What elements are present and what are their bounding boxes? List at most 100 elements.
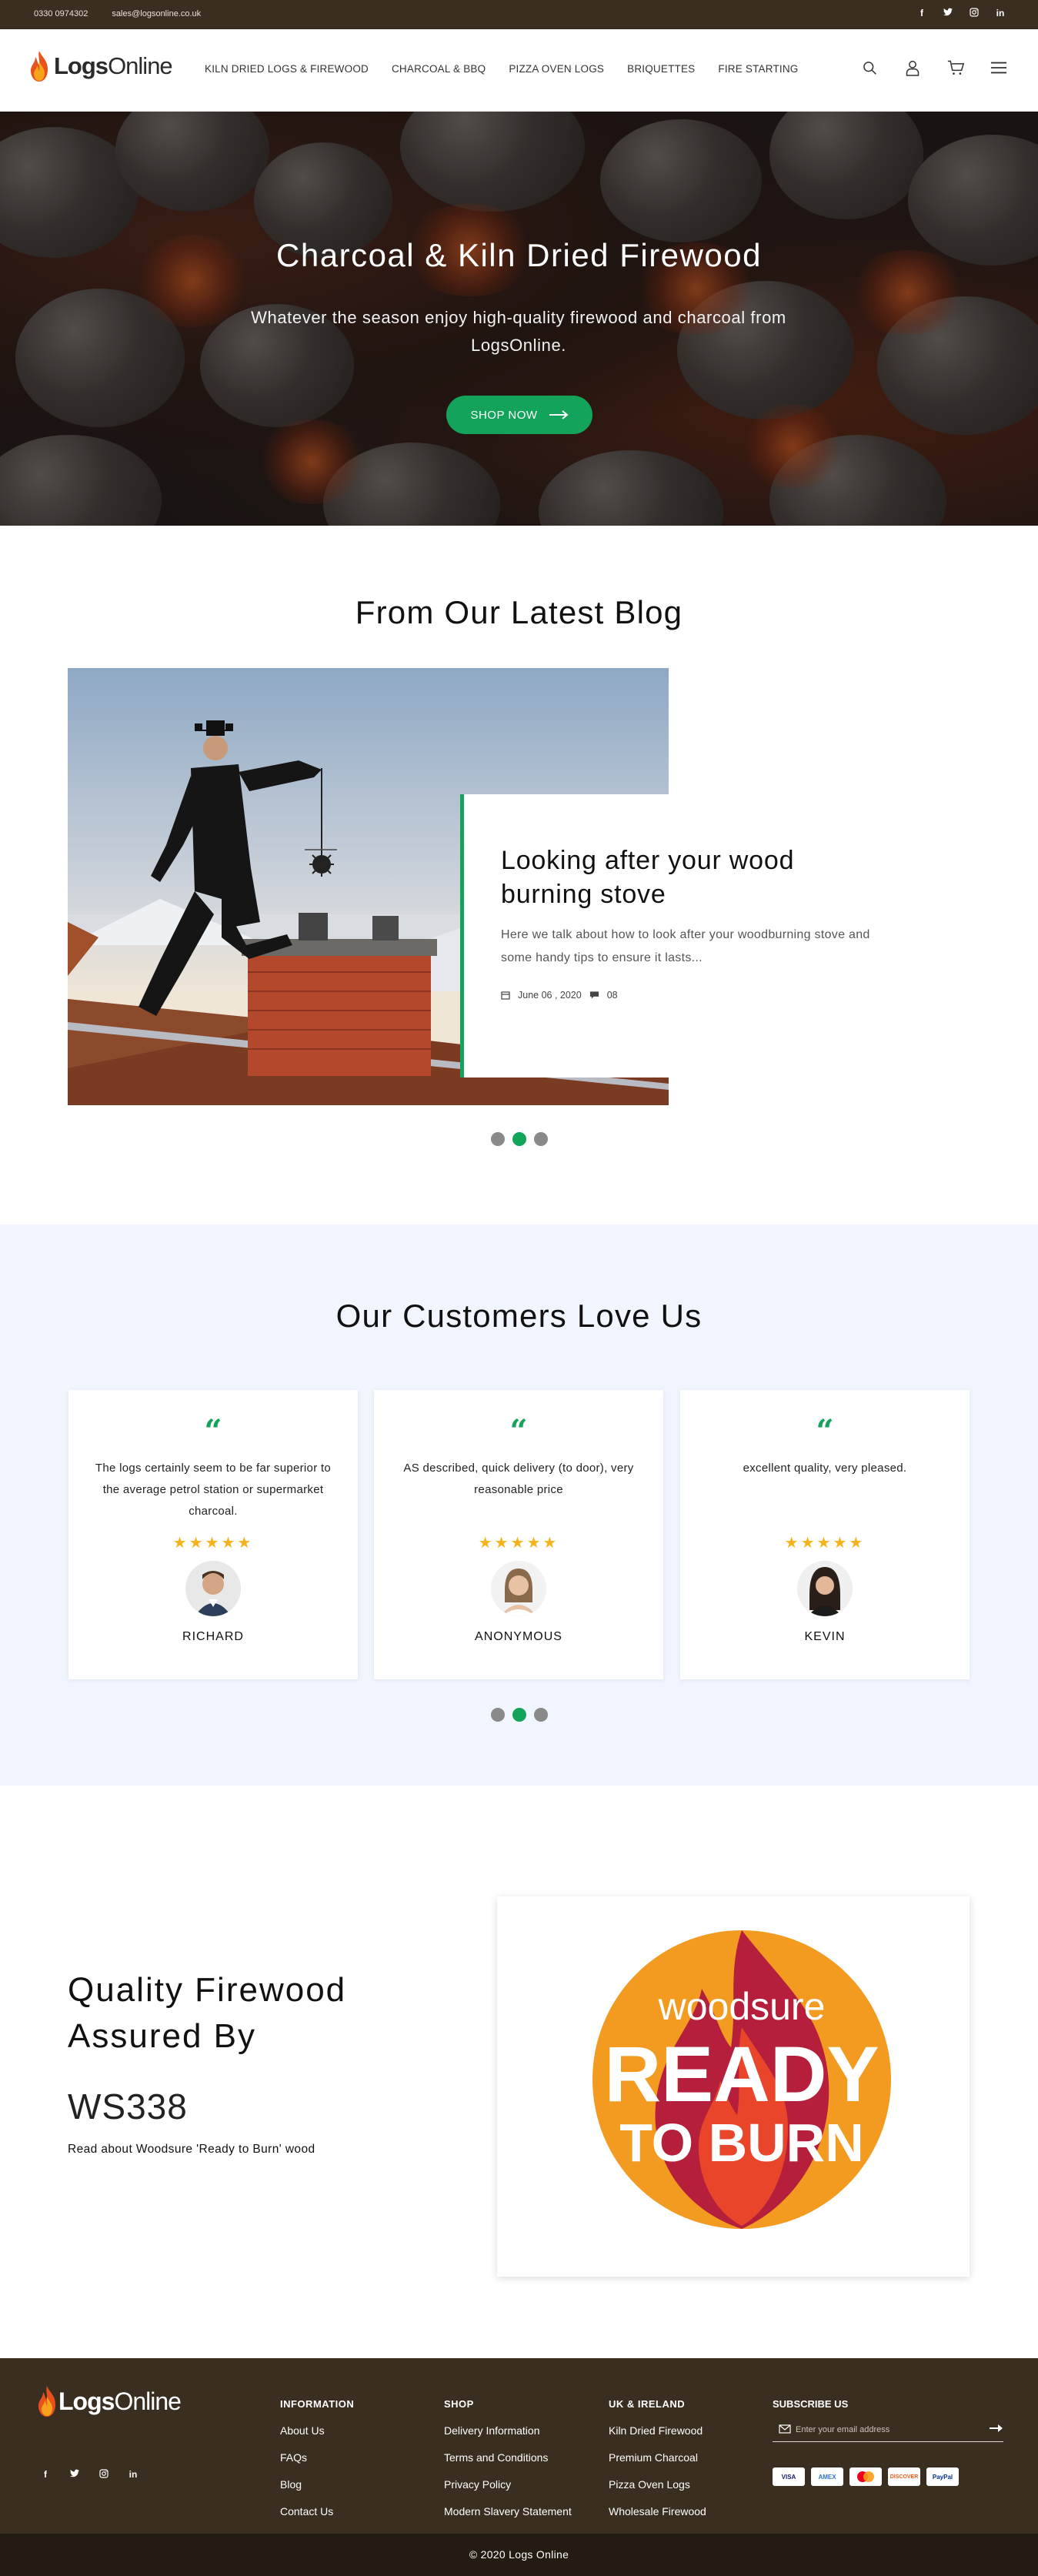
paypal-icon: PayPal [926, 2467, 959, 2486]
blog-post-date: June 06 , 2020 [518, 990, 582, 1001]
comments-icon [589, 991, 599, 999]
phone-link[interactable]: 0330 0974302 [34, 9, 88, 18]
subscribe-email-input[interactable] [796, 2424, 973, 2434]
subscribe-submit-icon[interactable] [990, 2422, 1003, 2436]
woodsure-ready-to-burn-logo: woodsure READY TO BURN [592, 1930, 891, 2229]
search-icon[interactable] [861, 58, 878, 77]
hero-banner: Charcoal & Kiln Dried Firewood Whatever … [0, 112, 1038, 526]
top-social: f in [915, 8, 1007, 19]
nav-item-fire-starting[interactable]: FIRE STARTING [718, 63, 798, 75]
woodsure-wordmark: woodsure [658, 1985, 826, 2028]
testimonial-card: “ The logs certainly seem to be far supe… [68, 1390, 358, 1679]
subscribe-heading: SUBSCRIBE US [773, 2398, 849, 2410]
rating-stars: ★★★★★ [172, 1535, 254, 1552]
main-nav: KILN DRIED LOGS & FIREWOOD CHARCOAL & BB… [205, 63, 799, 75]
blog-post-card[interactable]: Looking after your wood burning stove He… [460, 794, 906, 1078]
carousel-dot[interactable] [534, 1132, 548, 1146]
site-footer: LogsOnline f in INFORMATION About Us FAQ… [0, 2358, 1038, 2534]
subscribe-field [773, 2417, 1003, 2442]
nav-item-kiln-dried-logs[interactable]: KILN DRIED LOGS & FIREWOOD [205, 63, 369, 75]
woodsure-info-link[interactable]: Read about Woodsure 'Ready to Burn' wood [68, 2143, 315, 2157]
testimonial-text: AS described, quick delivery (to door), … [403, 1462, 634, 1496]
footer-logo-wordmark: LogsOnline [58, 2387, 182, 2416]
testimonial-carousel-dots [491, 1708, 548, 1722]
testimonial-name: ANONYMOUS [475, 1630, 562, 1643]
email-link[interactable]: sales@logsonline.co.uk [112, 9, 201, 18]
footer-logo[interactable]: LogsOnline [35, 2384, 182, 2418]
footer-link-privacy[interactable]: Privacy Policy [444, 2471, 572, 2498]
twitter-icon[interactable] [941, 8, 955, 19]
instagram-icon[interactable] [967, 8, 981, 19]
rating-stars: ★★★★★ [784, 1535, 866, 1552]
menu-icon[interactable] [990, 58, 1007, 77]
footer-logo-text-light: Online [114, 2387, 181, 2415]
carousel-dot[interactable] [491, 1708, 505, 1722]
nav-item-briquettes[interactable]: BRIQUETTES [627, 63, 695, 75]
testimonial-name: KEVIN [804, 1630, 846, 1643]
site-header: LogsOnline KILN DRIED LOGS & FIREWOOD CH… [0, 29, 1038, 112]
footer-link-delivery[interactable]: Delivery Information [444, 2417, 572, 2444]
woodsure-code: WS338 [68, 2087, 188, 2127]
linkedin-icon[interactable]: in [993, 8, 1007, 19]
ready-text: READY [604, 2030, 879, 2118]
testimonials-section-title: Our Customers Love Us [335, 1298, 703, 1334]
to-burn-text: TO BURN [619, 2113, 864, 2173]
user-icon[interactable] [904, 58, 921, 77]
discover-icon: DISCOVER [888, 2467, 920, 2486]
footer-link-terms[interactable]: Terms and Conditions [444, 2444, 572, 2471]
blog-carousel-dots [491, 1132, 548, 1146]
footer-link-contact-us[interactable]: Contact Us [280, 2498, 354, 2525]
logo-wordmark: LogsOnline [54, 52, 173, 80]
flame-logo-icon [38, 2386, 55, 2417]
testimonial-text: The logs certainly seem to be far superi… [95, 1462, 332, 1518]
top-bar: 0330 0974302 sales@logsonline.co.uk f in [0, 0, 1038, 29]
blog-post-excerpt: Here we talk about how to look after you… [501, 928, 870, 964]
footer-link-pizza-oven-logs[interactable]: Pizza Oven Logs [609, 2471, 706, 2498]
shop-now-button[interactable]: SHOP NOW [446, 396, 592, 434]
footer-column-uk-ireland: UK & IRELAND Kiln Dried Firewood Premium… [609, 2398, 706, 2525]
footer-link-kiln-dried[interactable]: Kiln Dried Firewood [609, 2417, 706, 2444]
cart-icon[interactable] [947, 58, 964, 77]
calendar-icon [501, 991, 510, 1000]
top-contact: 0330 0974302 sales@logsonline.co.uk [34, 9, 222, 18]
site-logo[interactable]: LogsOnline [28, 45, 173, 88]
nav-item-pizza-oven-logs[interactable]: PIZZA OVEN LOGS [509, 63, 604, 75]
quote-icon: “ [204, 1413, 222, 1449]
facebook-icon[interactable]: f [915, 8, 929, 19]
woodsure-badge-card: woodsure READY TO BURN [497, 1896, 970, 2277]
payment-icons: VISA AMEX DISCOVER PayPal [773, 2467, 959, 2486]
blog-section-title: From Our Latest Blog [355, 594, 683, 630]
carousel-dot[interactable] [491, 1132, 505, 1146]
copyright-bar: © 2020 Logs Online [0, 2534, 1038, 2576]
mail-icon [779, 2424, 791, 2434]
facebook-icon[interactable]: f [40, 2469, 51, 2481]
footer-column-heading: SHOP [444, 2398, 474, 2410]
footer-link-premium-charcoal[interactable]: Premium Charcoal [609, 2444, 706, 2471]
avatar [797, 1561, 853, 1616]
blog-post-title[interactable]: Looking after your wood burning stove [501, 844, 870, 911]
linkedin-icon[interactable]: in [128, 2469, 139, 2481]
footer-link-wholesale[interactable]: Wholesale Firewood [609, 2498, 706, 2525]
nav-item-charcoal-bbq[interactable]: CHARCOAL & BBQ [392, 63, 486, 75]
logo-text-bold: Logs [54, 52, 108, 79]
footer-link-faqs[interactable]: FAQs [280, 2444, 354, 2471]
footer-column-information: INFORMATION About Us FAQs Blog Contact U… [280, 2398, 354, 2525]
footer-link-modern-slavery[interactable]: Modern Slavery Statement [444, 2498, 572, 2525]
header-icons [861, 58, 1007, 77]
instagram-icon[interactable] [98, 2469, 109, 2481]
carousel-dot[interactable] [534, 1708, 548, 1722]
quality-title: Quality Firewood Assured By [68, 1971, 347, 2055]
footer-link-blog[interactable]: Blog [280, 2471, 354, 2498]
carousel-dot-active[interactable] [512, 1132, 526, 1146]
quote-icon: “ [509, 1413, 528, 1449]
subscribe-block: SUBSCRIBE US [773, 2398, 1003, 2442]
footer-column-heading: UK & IRELAND [609, 2398, 686, 2410]
footer-column-shop: SHOP Delivery Information Terms and Cond… [444, 2398, 572, 2525]
footer-link-about-us[interactable]: About Us [280, 2417, 354, 2444]
flame-logo-icon [31, 51, 48, 82]
blog-post-comments: 08 [606, 990, 618, 1001]
footer-logo-text-bold: Logs [58, 2387, 115, 2415]
carousel-dot-active[interactable] [512, 1708, 526, 1722]
twitter-icon[interactable] [69, 2469, 80, 2481]
quote-icon: “ [816, 1413, 834, 1449]
